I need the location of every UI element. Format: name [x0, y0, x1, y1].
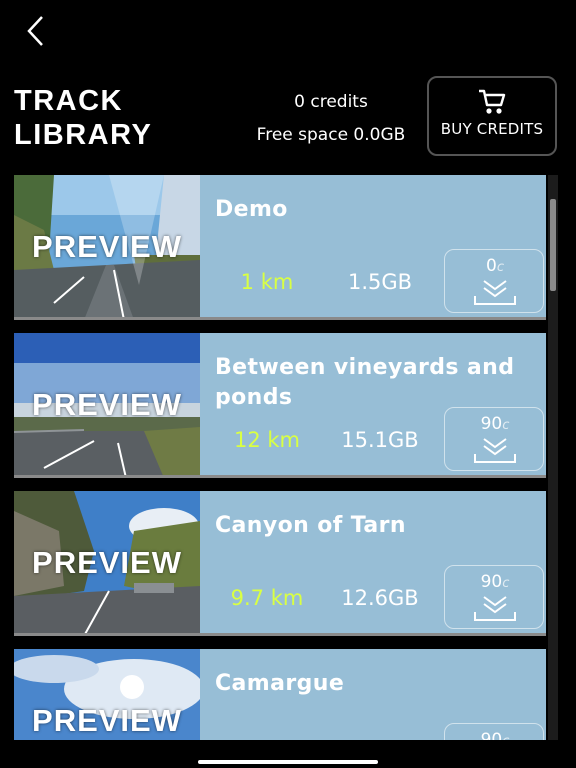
- preview-label: PREVIEW: [32, 229, 182, 264]
- page-title: TRACK LIBRARY: [14, 84, 152, 152]
- track-size: 1.5GB: [347, 270, 413, 294]
- preview-label: PREVIEW: [32, 387, 182, 422]
- buy-credits-button[interactable]: BUY CREDITS: [427, 76, 557, 156]
- track-card-camargue[interactable]: PREVIEW Camargue 90c: [14, 649, 546, 740]
- track-list[interactable]: PREVIEW Demo 1 km 1.5GB 0c PREVIEW Betwe…: [14, 175, 546, 740]
- title-line-2: LIBRARY: [14, 119, 153, 151]
- track-distance: 12 km: [233, 428, 300, 452]
- track-price: 0c: [445, 256, 545, 276]
- home-indicator[interactable]: [198, 760, 378, 764]
- track-card-canyon-of-tarn[interactable]: PREVIEW Canyon of Tarn 9.7 km 12.6GB 90c: [14, 491, 546, 636]
- track-name: Between vineyards and ponds: [215, 355, 515, 410]
- track-size: 15.1GB: [341, 428, 419, 452]
- credit-symbol: c: [502, 576, 510, 591]
- download-button[interactable]: 90c: [444, 723, 544, 740]
- download-chevrons-icon: [474, 280, 516, 305]
- account-info: 0 credits Free space 0.0GB: [240, 86, 422, 152]
- track-name: Camargue: [215, 671, 345, 696]
- free-space: Free space 0.0GB: [256, 125, 406, 145]
- back-button[interactable]: [22, 14, 52, 48]
- track-preview-thumbnail[interactable]: PREVIEW: [14, 175, 200, 320]
- track-size: 12.6GB: [341, 586, 419, 610]
- price-value: 0: [486, 256, 497, 276]
- track-price: 90c: [445, 572, 545, 592]
- track-preview-thumbnail[interactable]: PREVIEW: [14, 649, 200, 740]
- track-distance: 9.7 km: [230, 586, 304, 610]
- chevron-left-icon: [27, 16, 43, 46]
- scrollbar[interactable]: [548, 175, 558, 740]
- card-divider: [14, 633, 546, 636]
- title-line-1: TRACK: [14, 85, 123, 117]
- download-button[interactable]: 90c: [444, 407, 544, 471]
- credit-symbol: c: [496, 260, 504, 275]
- card-divider: [14, 317, 546, 320]
- track-distance: 1 km: [240, 270, 294, 294]
- price-value: 90: [480, 414, 503, 434]
- preview-label: PREVIEW: [32, 703, 182, 738]
- shopping-cart-icon: [479, 89, 506, 114]
- scrollbar-thumb[interactable]: [550, 199, 556, 291]
- credit-symbol: c: [502, 734, 509, 740]
- track-card-vineyards[interactable]: PREVIEW Between vineyards and ponds 12 k…: [14, 333, 546, 478]
- buy-credits-label: BUY CREDITS: [440, 120, 544, 138]
- price-value: 90: [480, 730, 503, 740]
- download-chevrons-icon: [474, 596, 516, 621]
- download-button[interactable]: 0c: [444, 249, 544, 313]
- track-name: Canyon of Tarn: [215, 513, 406, 538]
- track-preview-thumbnail[interactable]: PREVIEW: [14, 491, 200, 636]
- track-name: Demo: [215, 197, 288, 222]
- track-preview-thumbnail[interactable]: PREVIEW: [14, 333, 200, 478]
- track-card-demo[interactable]: PREVIEW Demo 1 km 1.5GB 0c: [14, 175, 546, 320]
- credits-balance: 0 credits: [294, 92, 368, 112]
- download-chevrons-icon: [474, 438, 516, 463]
- card-divider: [14, 475, 546, 478]
- credit-symbol: c: [502, 418, 510, 433]
- price-value: 90: [480, 572, 503, 592]
- track-price: 90c: [445, 414, 545, 434]
- track-price: 90c: [445, 730, 545, 740]
- download-button[interactable]: 90c: [444, 565, 544, 629]
- preview-label: PREVIEW: [32, 545, 182, 580]
